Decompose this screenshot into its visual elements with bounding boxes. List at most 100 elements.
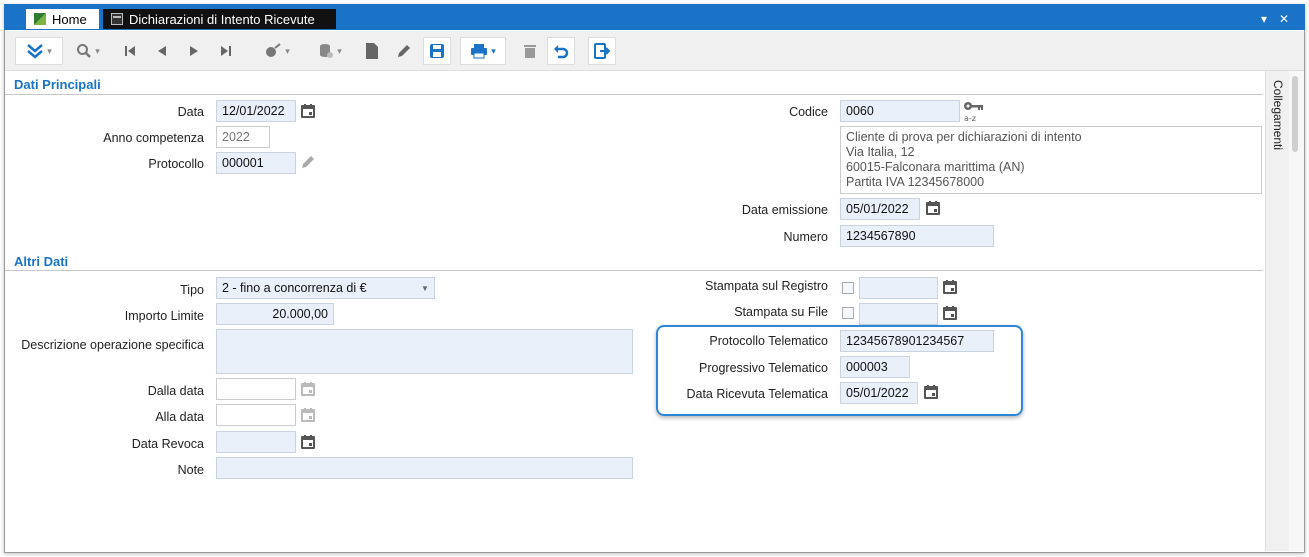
previous-icon <box>158 46 166 56</box>
protocollo-field[interactable]: 000001 <box>216 152 296 174</box>
first-icon <box>125 46 135 56</box>
anno-label: Anno competenza <box>103 131 204 145</box>
data-revoca-label: Data Revoca <box>131 437 204 451</box>
codice-label: Codice <box>789 105 828 119</box>
tools-button[interactable]: ▾ <box>257 37 297 65</box>
stampata-file-label: Stampata su File <box>734 305 828 319</box>
data-label: Data <box>177 105 204 119</box>
last-record-button[interactable] <box>216 37 236 65</box>
exit-button[interactable] <box>588 37 616 65</box>
previous-record-button[interactable] <box>152 37 172 65</box>
calendar-icon[interactable] <box>925 200 941 216</box>
stampata-registro-date[interactable] <box>859 277 938 299</box>
calendar-icon[interactable] <box>300 434 316 450</box>
edit-button[interactable] <box>394 37 414 65</box>
pencil-icon <box>398 45 410 57</box>
calendar-icon[interactable] <box>923 384 939 400</box>
progressivo-telematico-label: Progressivo Telematico <box>699 361 828 375</box>
data-emissione-field[interactable]: 05/01/2022 <box>840 198 920 220</box>
protocollo-telematico-label: Protocollo Telematico <box>709 334 828 348</box>
address-line: 60015-Falconara marittima (AN) <box>846 160 1025 174</box>
expand-button[interactable]: ▾ <box>15 37 63 65</box>
first-record-button[interactable] <box>120 37 140 65</box>
chevron-down-icon[interactable]: ▼ <box>421 284 429 293</box>
address-line: Cliente di prova per dichiarazioni di in… <box>846 130 1082 144</box>
data-ricevuta-telematica-field[interactable]: 05/01/2022 <box>840 382 918 404</box>
new-document-button[interactable] <box>362 37 382 65</box>
tipo-select[interactable]: 2 - fino a concorrenza di € <box>216 277 435 299</box>
calendar-icon[interactable] <box>300 407 316 423</box>
anno-field[interactable]: 2022 <box>216 126 270 148</box>
progressivo-telematico-field[interactable]: 000003 <box>840 356 910 378</box>
next-record-button[interactable] <box>184 37 204 65</box>
section-dati-principali: Dati Principali <box>14 77 101 92</box>
window-menu-icon[interactable]: ▾ <box>1261 12 1267 26</box>
note-field[interactable] <box>216 457 633 479</box>
document-tab-icon <box>111 13 123 25</box>
last-icon <box>221 46 231 56</box>
data-ricevuta-telematica-label: Data Ricevuta Telematica <box>686 387 828 401</box>
stampata-registro-checkbox[interactable] <box>842 282 854 294</box>
pencil-icon[interactable] <box>300 154 316 170</box>
undo-icon <box>554 45 569 59</box>
save-button[interactable] <box>423 37 451 65</box>
data-emissione-label: Data emissione <box>741 203 828 217</box>
data-revoca-field[interactable] <box>216 431 296 453</box>
address-line: Via Italia, 12 <box>846 145 915 159</box>
database-icon <box>320 44 334 58</box>
importo-field[interactable]: 20.000,00 <box>216 303 334 325</box>
undo-button[interactable] <box>547 37 575 65</box>
numero-label: Numero <box>783 230 828 244</box>
section-divider <box>5 94 1263 95</box>
alla-data-label: Alla data <box>155 410 204 424</box>
protocollo-label: Protocollo <box>148 157 204 171</box>
tab-dichiarazioni-label: Dichiarazioni di Intento Ricevute <box>129 11 315 27</box>
save-icon <box>430 44 444 58</box>
toolbar: ▾ ▾ ▾ ▾ ▾ <box>5 31 1304 71</box>
calendar-icon[interactable] <box>942 279 958 295</box>
customer-address-box: Cliente di prova per dichiarazioni di in… <box>840 126 1262 194</box>
double-chevron-down-icon <box>27 44 44 59</box>
descrizione-field[interactable] <box>216 329 633 374</box>
tab-home[interactable]: Home <box>26 9 99 29</box>
address-line: Partita IVA 12345678000 <box>846 175 985 189</box>
dalla-data-field[interactable] <box>216 378 296 400</box>
calendar-icon[interactable] <box>300 381 316 397</box>
close-icon[interactable]: ✕ <box>1279 12 1289 26</box>
tipo-label: Tipo <box>180 283 204 297</box>
codice-field[interactable]: 0060 <box>840 100 960 122</box>
chevron-down-icon: ▾ <box>285 45 290 56</box>
data-field[interactable]: 12/01/2022 <box>216 100 296 122</box>
print-button[interactable]: ▾ <box>460 37 506 65</box>
collegamenti-tab[interactable]: Collegamenti <box>1271 80 1285 150</box>
scrollbar-thumb[interactable] <box>1292 76 1298 152</box>
descrizione-label: Descrizione operazione specifica <box>21 338 204 352</box>
magic-wand-icon <box>266 43 281 57</box>
tab-dichiarazioni[interactable]: Dichiarazioni di Intento Ricevute <box>103 9 336 29</box>
delete-button[interactable] <box>520 37 540 65</box>
exit-icon <box>594 43 610 59</box>
printer-icon <box>471 44 488 59</box>
trash-icon <box>524 45 536 58</box>
dalla-data-label: Dalla data <box>147 384 204 398</box>
calendar-icon[interactable] <box>300 103 316 119</box>
numero-field[interactable]: 1234567890 <box>840 225 994 247</box>
stampata-registro-label: Stampata sul Registro <box>705 279 828 293</box>
alla-data-field[interactable] <box>216 404 296 426</box>
section-altri-dati: Altri Dati <box>14 254 69 269</box>
protocollo-telematico-field[interactable]: 12345678901234567 <box>840 330 994 352</box>
database-button[interactable]: ▾ <box>310 37 350 65</box>
note-label: Note <box>177 463 204 477</box>
importo-label: Importo Limite <box>124 309 204 323</box>
stampata-file-checkbox[interactable] <box>842 307 854 319</box>
tab-bar: Home Dichiarazioni di Intento Ricevute ▾… <box>4 4 1305 30</box>
key-az-icon[interactable]: a-z <box>963 100 985 123</box>
stampata-file-date[interactable] <box>859 303 938 325</box>
chevron-down-icon: ▾ <box>95 45 100 56</box>
calendar-icon[interactable] <box>942 305 958 321</box>
search-button[interactable]: ▾ <box>68 37 108 65</box>
chevron-down-icon: ▾ <box>47 45 52 56</box>
next-icon <box>190 46 198 56</box>
app-logo-icon <box>34 13 46 25</box>
tab-home-label: Home <box>52 11 87 27</box>
